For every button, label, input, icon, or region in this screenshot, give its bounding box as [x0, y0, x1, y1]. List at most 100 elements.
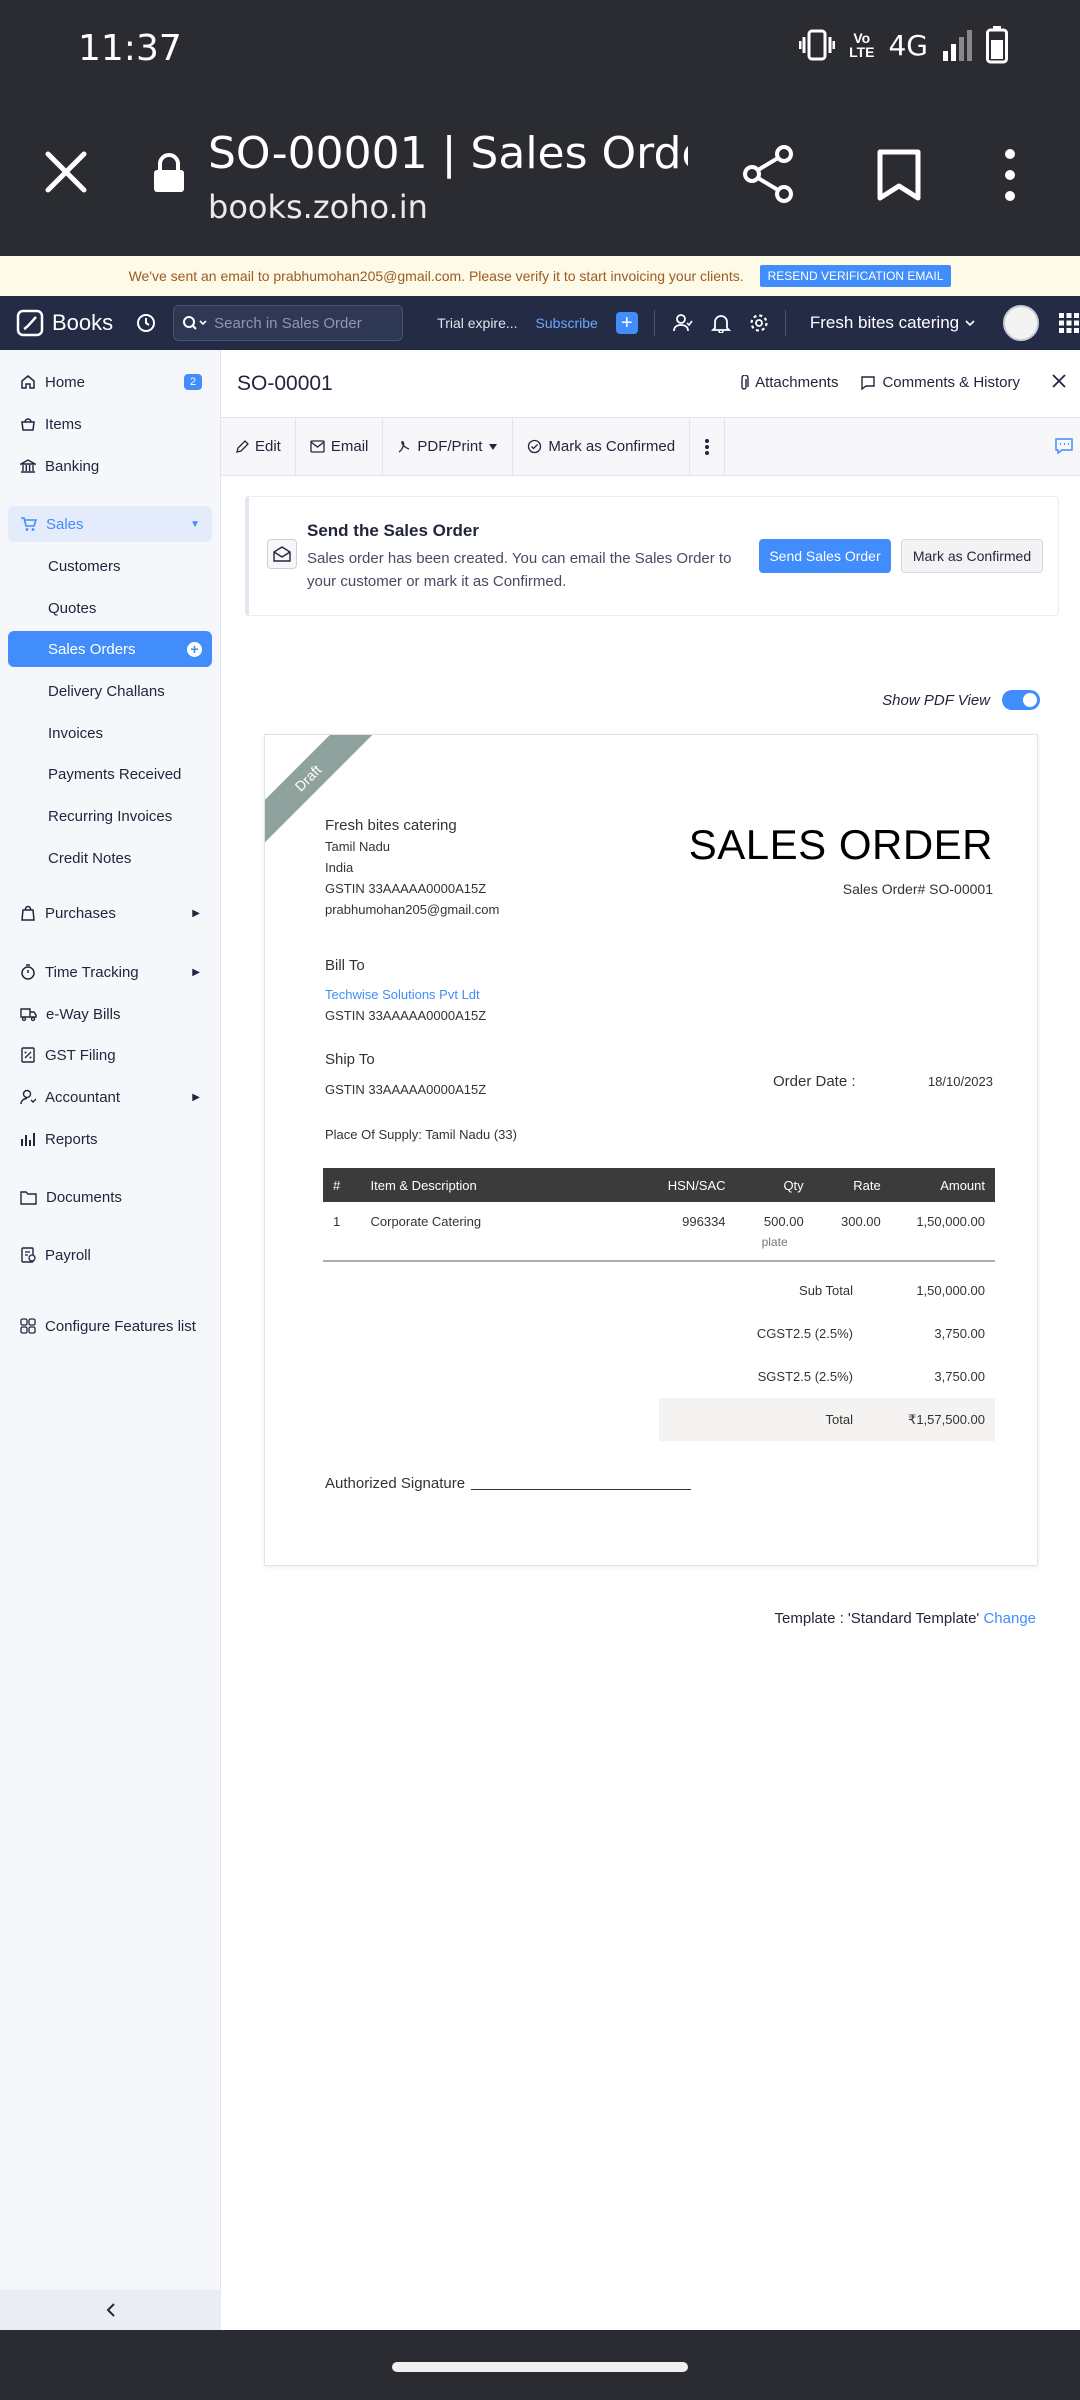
- user-avatar[interactable]: [1003, 305, 1040, 341]
- sidebar-item-label: Payroll: [45, 1246, 91, 1264]
- mail-icon: [310, 440, 325, 453]
- sidebar-item-customers[interactable]: Customers: [8, 548, 212, 584]
- sidebar-item-label: Time Tracking: [45, 963, 139, 981]
- paperclip-icon: [741, 374, 749, 390]
- edit-button[interactable]: Edit: [221, 418, 296, 475]
- sales-order-number: Sales Order# SO-00001: [842, 881, 993, 897]
- column-header-hsn: HSN/SAC: [620, 1168, 736, 1202]
- send-sales-order-card: Send the Sales Order Sales order has bee…: [245, 496, 1059, 616]
- sidebar-item-sales-orders[interactable]: Sales Orders +: [8, 631, 212, 667]
- more-vertical-icon[interactable]: [1000, 148, 1020, 202]
- bookmark-icon[interactable]: [876, 148, 922, 202]
- sidebar-item-label: Home: [45, 373, 86, 391]
- row-item: Corporate Catering: [370, 1214, 482, 1229]
- document-heading: SALES ORDER: [688, 821, 993, 868]
- row-amount: 1,50,000.00: [916, 1214, 985, 1229]
- sidebar-item-documents[interactable]: Documents: [8, 1179, 212, 1215]
- resend-verification-button[interactable]: RESEND VERIFICATION EMAIL: [759, 265, 952, 287]
- navbar-divider: [784, 310, 786, 336]
- close-detail-icon[interactable]: [1050, 372, 1068, 390]
- send-sales-order-button[interactable]: Send Sales Order: [759, 539, 891, 573]
- sidebar-item-items[interactable]: Items: [8, 406, 212, 442]
- row-qty: 500.00: [763, 1214, 804, 1229]
- app-grid-icon[interactable]: [1059, 313, 1080, 333]
- search-box[interactable]: [173, 305, 404, 341]
- sidebar-item-payments-received[interactable]: Payments Received: [8, 756, 212, 792]
- action-toolbar: Edit Email PDF/Print Mark as Confirmed: [221, 418, 1080, 476]
- verification-message: We've sent an email to prabhumohan205@gm…: [128, 268, 744, 284]
- sidebar-item-payroll[interactable]: Payroll: [8, 1237, 212, 1273]
- sidebar-item-delivery-challans[interactable]: Delivery Challans: [8, 673, 212, 709]
- users-icon[interactable]: [672, 313, 693, 333]
- organization-switcher[interactable]: Fresh bites catering: [810, 313, 975, 333]
- bill-to-customer-link[interactable]: Techwise Solutions Pvt Ldt: [325, 987, 480, 1002]
- pdf-view-toggle[interactable]: Show PDF View: [882, 690, 1040, 710]
- sidebar-item-home[interactable]: Home 2: [8, 364, 212, 400]
- subscribe-link[interactable]: Subscribe: [536, 315, 598, 331]
- books-logo[interactable]: Books: [16, 309, 113, 337]
- more-actions-button[interactable]: [690, 418, 726, 475]
- more-vertical-icon: [705, 438, 710, 455]
- sidebar: Home 2 Items Banking Sales ▼ Customers Q…: [0, 350, 221, 2330]
- sidebar-item-eway-bills[interactable]: e-Way Bills: [8, 996, 212, 1032]
- sidebar-item-purchases[interactable]: Purchases ▶: [8, 895, 212, 931]
- totals-section: Sub Total 1,50,000.00 CGST2.5 (2.5%) 3,7…: [659, 1269, 995, 1441]
- sidebar-item-accountant[interactable]: Accountant ▶: [8, 1079, 212, 1115]
- change-template-link[interactable]: Change: [983, 1610, 1036, 1627]
- chat-icon[interactable]: [1054, 437, 1074, 455]
- sidebar-item-sales[interactable]: Sales ▼: [8, 506, 212, 542]
- sidebar-item-banking[interactable]: Banking: [8, 448, 212, 484]
- sidebar-item-quotes[interactable]: Quotes: [8, 590, 212, 626]
- notification-bell-icon[interactable]: [710, 313, 731, 333]
- attachments-button[interactable]: Attachments: [739, 374, 838, 391]
- mark-confirmed-button[interactable]: Mark as Confirmed: [513, 418, 691, 475]
- configure-grid-icon: [20, 1318, 36, 1334]
- sidebar-item-gst-filing[interactable]: GST Filing: [8, 1037, 212, 1073]
- main-content: SO-00001 Attachments Comments & History …: [221, 350, 1080, 2330]
- comment-icon: [861, 375, 876, 390]
- sidebar-item-reports[interactable]: Reports: [8, 1121, 212, 1157]
- add-sales-order-icon[interactable]: +: [187, 642, 202, 657]
- recent-history-icon[interactable]: [135, 312, 157, 334]
- share-icon[interactable]: [740, 144, 796, 204]
- sidebar-item-label: Quotes: [48, 599, 97, 617]
- sidebar-item-label: Sales: [46, 515, 84, 533]
- status-time: 11:37: [78, 28, 182, 69]
- sidebar-item-time-tracking[interactable]: Time Tracking ▶: [8, 954, 212, 990]
- app-navbar: Books Trial expire... Subscribe + Fresh …: [0, 296, 1080, 350]
- sgst-row: SGST2.5 (2.5%) 3,750.00: [659, 1355, 995, 1398]
- sidebar-item-label: e-Way Bills: [46, 1005, 121, 1023]
- subtotal-label: Sub Total: [799, 1283, 853, 1298]
- sidebar-item-configure-features[interactable]: Configure Features list: [8, 1308, 212, 1344]
- verification-banner: We've sent an email to prabhumohan205@gm…: [0, 256, 1080, 296]
- pdf-print-button[interactable]: PDF/Print: [383, 418, 514, 475]
- close-tab-icon[interactable]: [40, 146, 92, 198]
- email-button[interactable]: Email: [296, 418, 384, 475]
- pdf-view-switch[interactable]: [1002, 690, 1040, 710]
- comments-history-button[interactable]: Comments & History: [860, 374, 1020, 391]
- shopping-bag-icon: [21, 905, 35, 921]
- page-title: SO-00001: [237, 372, 333, 395]
- sidebar-item-recurring-invoices[interactable]: Recurring Invoices: [8, 798, 212, 834]
- sidebar-item-invoices[interactable]: Invoices: [8, 715, 212, 751]
- lock-icon[interactable]: [152, 152, 186, 194]
- sidebar-item-label: Purchases: [45, 904, 116, 922]
- card-mark-confirmed-button[interactable]: Mark as Confirmed: [901, 539, 1043, 573]
- cgst-value: 3,750.00: [934, 1326, 985, 1341]
- row-rate: 300.00: [841, 1214, 881, 1229]
- network-type: 4G: [888, 28, 928, 62]
- search-input[interactable]: [214, 314, 395, 332]
- home-gesture-handle[interactable]: [392, 2362, 688, 2372]
- sidebar-collapse-button[interactable]: [0, 2290, 221, 2330]
- browser-url[interactable]: books.zoho.in: [208, 188, 428, 226]
- authorized-signature: Authorized Signature: [325, 1475, 692, 1492]
- sidebar-item-credit-notes[interactable]: Credit Notes: [8, 840, 212, 876]
- sidebar-item-label: Payments Received: [48, 765, 182, 783]
- sender-country: India: [325, 860, 354, 875]
- sidebar-item-label: Sales Orders: [48, 640, 136, 658]
- stopwatch-icon: [21, 964, 35, 980]
- app-name: Books: [52, 310, 114, 335]
- template-label: Template : 'Standard Template': [774, 1610, 980, 1627]
- settings-gear-icon[interactable]: [749, 313, 769, 333]
- quick-create-button[interactable]: +: [615, 312, 638, 334]
